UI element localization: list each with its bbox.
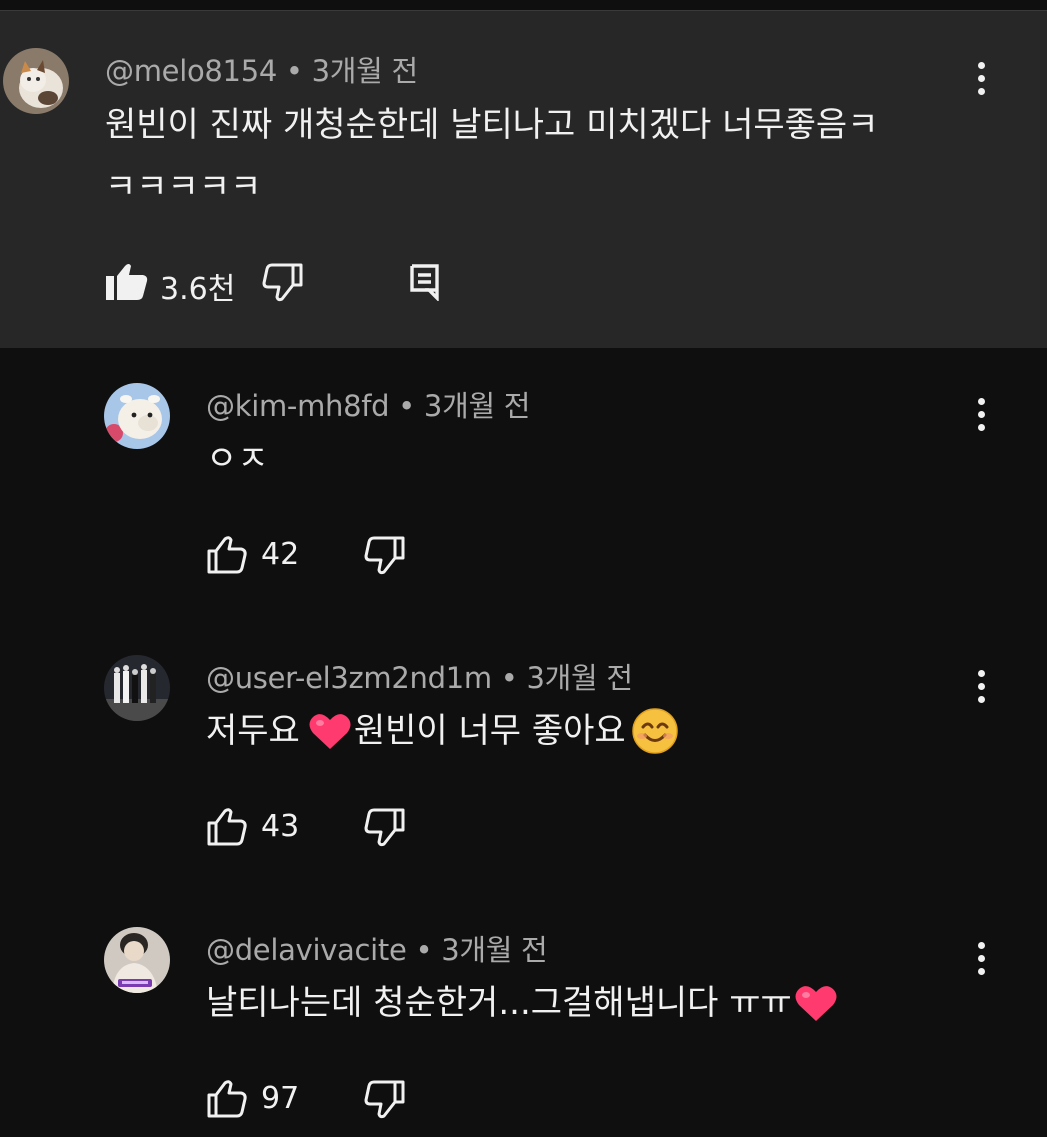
comment-actions: 3.6천	[105, 260, 505, 307]
avatar[interactable]	[104, 655, 170, 721]
dislike-button[interactable]	[262, 260, 306, 304]
reply-icon	[409, 263, 441, 301]
meta-separator: •	[406, 933, 442, 967]
reply-button[interactable]	[409, 260, 441, 304]
comment-text: ㅇㅈ	[206, 439, 269, 479]
like-button[interactable]	[206, 1077, 248, 1121]
thumb-up-icon	[206, 807, 248, 847]
thumb-up-icon	[206, 535, 248, 575]
like-count: 3.6천	[160, 272, 236, 307]
comment-text-part: 저두요	[206, 711, 300, 751]
comment-text: 저두요 원빈이 너무 좋아요	[206, 700, 678, 762]
avatar[interactable]	[104, 383, 170, 449]
more-options-icon[interactable]	[975, 942, 985, 982]
like-count: 97	[261, 1081, 300, 1116]
comment-meta: @user-el3zm2nd1m • 3개월 전	[206, 655, 633, 697]
heart-emoji-icon	[794, 983, 838, 1023]
heart-emoji-icon	[308, 711, 352, 751]
thumb-up-filled-icon	[105, 262, 149, 302]
dislike-button[interactable]	[364, 1077, 408, 1121]
comment-time: 3개월 전	[526, 661, 633, 695]
thumb-down-icon	[364, 806, 408, 848]
comment-text-part: 날티나는데 청순한거...그걸해냅니다 ㅠㅠ	[206, 983, 792, 1023]
thumb-down-icon	[262, 261, 306, 303]
dislike-button[interactable]	[364, 805, 408, 849]
dislike-button[interactable]	[364, 533, 408, 577]
top-divider	[0, 0, 1047, 11]
comment-text-line: 원빈이 진짜 개청순한데 날티나고 미치겠다 너무좋음ㅋ	[105, 105, 879, 145]
comment-actions: 42	[206, 533, 466, 577]
comment-text-part: 원빈이 너무 좋아요	[353, 711, 626, 751]
comment-actions: 97	[206, 1077, 466, 1121]
like-button[interactable]	[105, 260, 149, 304]
comment-time: 3개월 전	[423, 389, 531, 423]
thumb-down-icon	[364, 534, 408, 576]
like-button[interactable]	[206, 533, 248, 577]
meta-separator: •	[389, 389, 424, 423]
author-handle[interactable]: @delavivacite	[206, 933, 407, 967]
author-handle[interactable]: @kim-mh8fd	[206, 389, 390, 423]
thumb-up-icon	[206, 1079, 248, 1119]
thumb-down-icon	[364, 1078, 408, 1120]
comment-meta: @kim-mh8fd • 3개월 전	[206, 383, 530, 425]
smile-emoji-icon	[631, 708, 678, 754]
like-count: 42	[261, 537, 300, 572]
avatar[interactable]	[104, 927, 170, 993]
more-options-icon[interactable]	[975, 670, 985, 710]
comment-actions: 43	[206, 805, 466, 849]
author-handle[interactable]: @melo8154	[105, 54, 277, 88]
author-handle[interactable]: @user-el3zm2nd1m	[206, 661, 492, 695]
meta-separator: •	[491, 661, 527, 695]
comment-meta: @melo8154 • 3개월 전	[105, 48, 418, 90]
more-options-icon[interactable]	[975, 398, 985, 438]
comment-time: 3개월 전	[441, 933, 548, 967]
more-options-icon[interactable]	[975, 62, 985, 102]
comment-text: 날티나는데 청순한거...그걸해냅니다 ㅠㅠ	[206, 972, 838, 1034]
comment-text-line: ㅋㅋㅋㅋㅋ	[105, 167, 262, 207]
like-button[interactable]	[206, 805, 248, 849]
like-count: 43	[261, 809, 300, 844]
meta-separator: •	[277, 54, 312, 88]
avatar[interactable]	[3, 48, 69, 114]
comment-time: 3개월 전	[311, 54, 419, 88]
comment-meta: @delavivacite • 3개월 전	[206, 927, 548, 969]
